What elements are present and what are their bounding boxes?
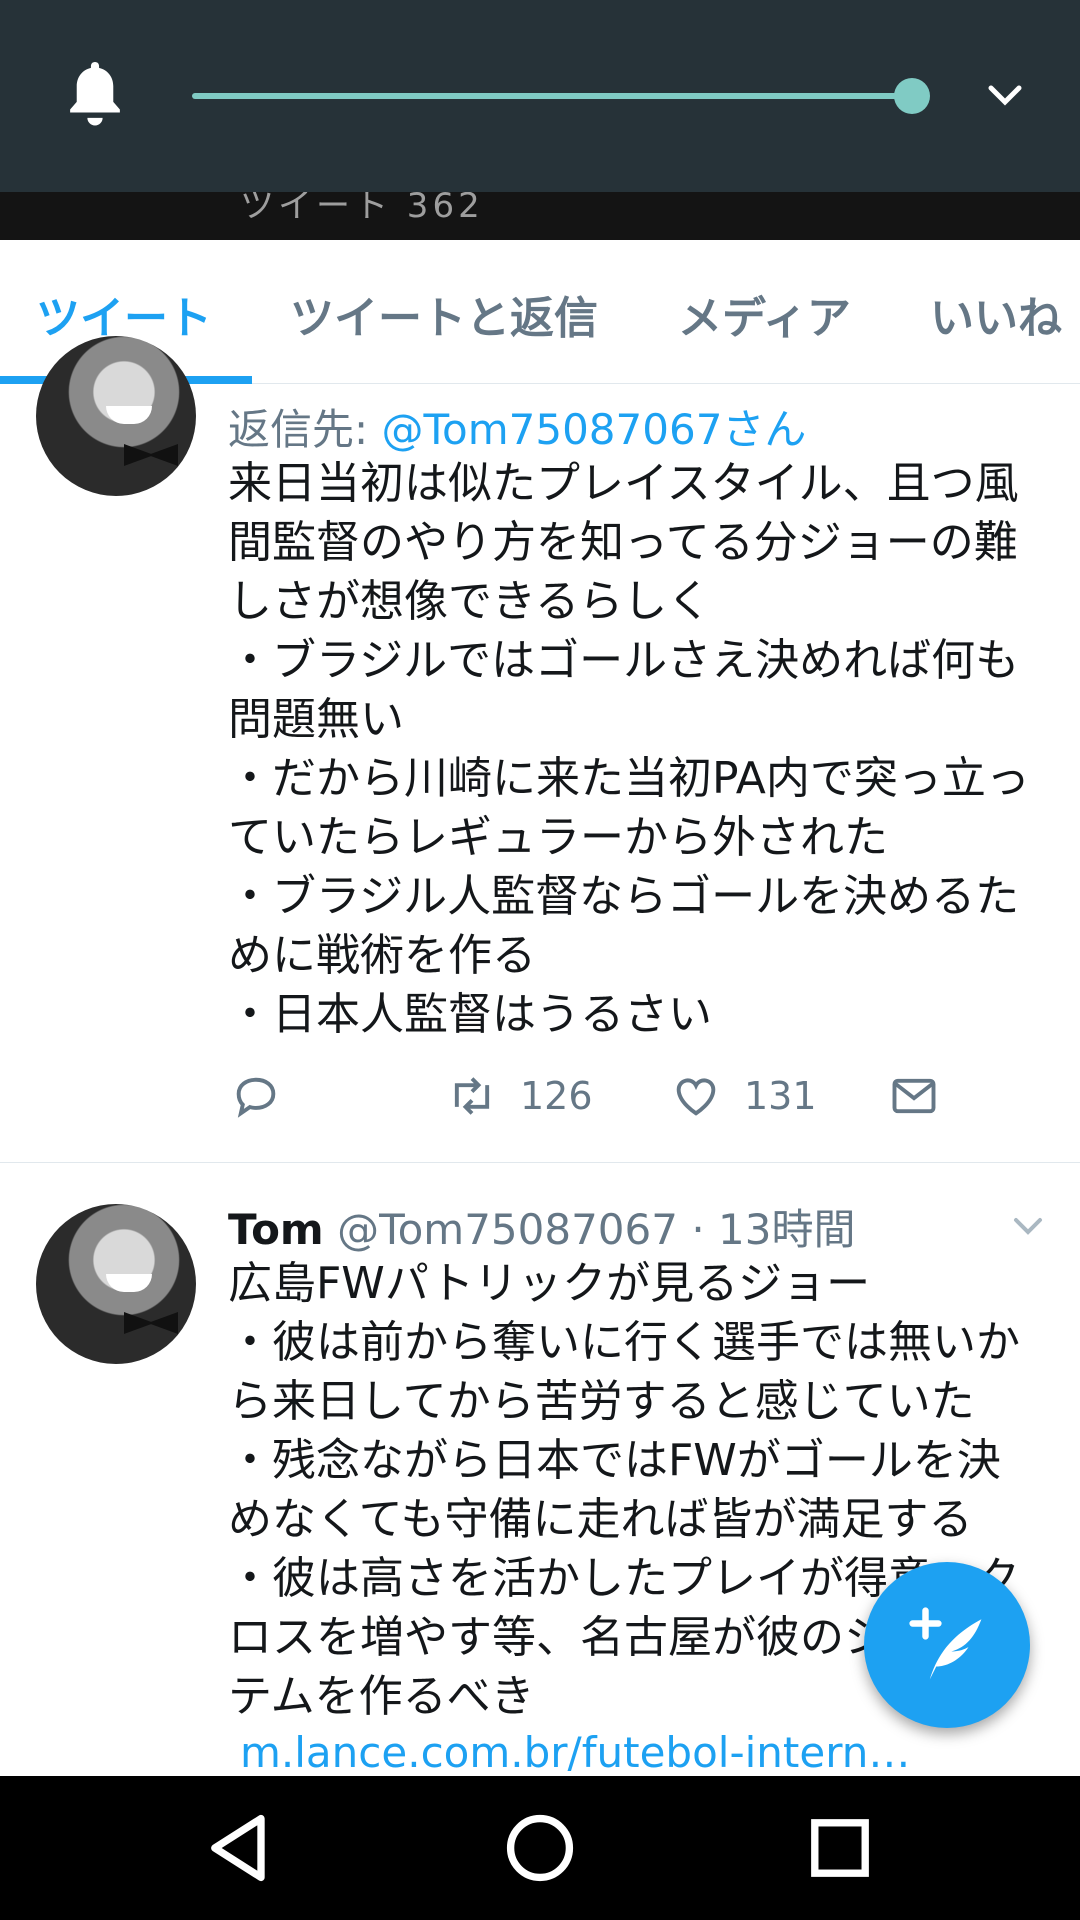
like-count: 131	[744, 1074, 817, 1118]
avatar[interactable]	[36, 1204, 196, 1364]
author-name[interactable]: Tom	[228, 1205, 324, 1254]
author-handle[interactable]: @Tom75087067	[337, 1205, 678, 1254]
tweet-link[interactable]: m.lance.com.br/futebol-intern…	[240, 1728, 910, 1777]
volume-slider-handle[interactable]	[894, 78, 930, 114]
recents-square-icon[interactable]	[798, 1806, 882, 1890]
tab-likes[interactable]: いいね	[930, 282, 1062, 346]
envelope-icon	[892, 1078, 936, 1114]
retweet-count: 126	[520, 1074, 593, 1118]
reply-button[interactable]	[230, 1070, 282, 1122]
tweet-actions: 126 131	[0, 1070, 1080, 1140]
back-triangle-icon[interactable]	[198, 1806, 282, 1890]
retweet-icon	[454, 1077, 490, 1115]
reply-handle-link[interactable]: @Tom75087067さん	[382, 405, 807, 454]
reply-to-line: 返信先: @Tom75087067さん	[228, 396, 806, 457]
compose-tweet-button[interactable]	[864, 1562, 1030, 1728]
bell-icon[interactable]	[64, 62, 126, 128]
tweet-divider	[0, 1162, 1080, 1163]
system-nav-bar	[0, 1776, 1080, 1920]
profile-header-remnant: ツイート 362	[0, 186, 1080, 240]
tweet-header: Tom @Tom75087067 · 13時間	[228, 1196, 855, 1257]
tab-tweets-and-replies[interactable]: ツイートと返信	[290, 282, 598, 346]
tweet-time: · 13時間	[677, 1205, 856, 1254]
retweet-button[interactable]: 126	[446, 1070, 593, 1122]
heart-icon	[676, 1078, 716, 1116]
volume-slider-track[interactable]	[192, 93, 912, 99]
tab-media[interactable]: メディア	[678, 282, 851, 346]
reply-icon	[236, 1077, 276, 1118]
chevron-down-icon[interactable]	[1008, 1210, 1048, 1240]
home-circle-icon[interactable]	[498, 1806, 582, 1890]
compose-tweet-icon	[909, 1607, 982, 1680]
tweet-text: 来日当初は似たプレイスタイル、且つ風 間監督のやり方を知ってる分ジョーの難 しさ…	[228, 458, 1030, 1040]
volume-panel	[0, 0, 1080, 192]
reply-prefix: 返信先:	[228, 405, 382, 454]
like-button[interactable]: 131	[670, 1070, 817, 1122]
chevron-down-icon[interactable]	[985, 80, 1025, 110]
avatar[interactable]	[36, 336, 196, 496]
direct-message-button[interactable]	[888, 1070, 940, 1122]
